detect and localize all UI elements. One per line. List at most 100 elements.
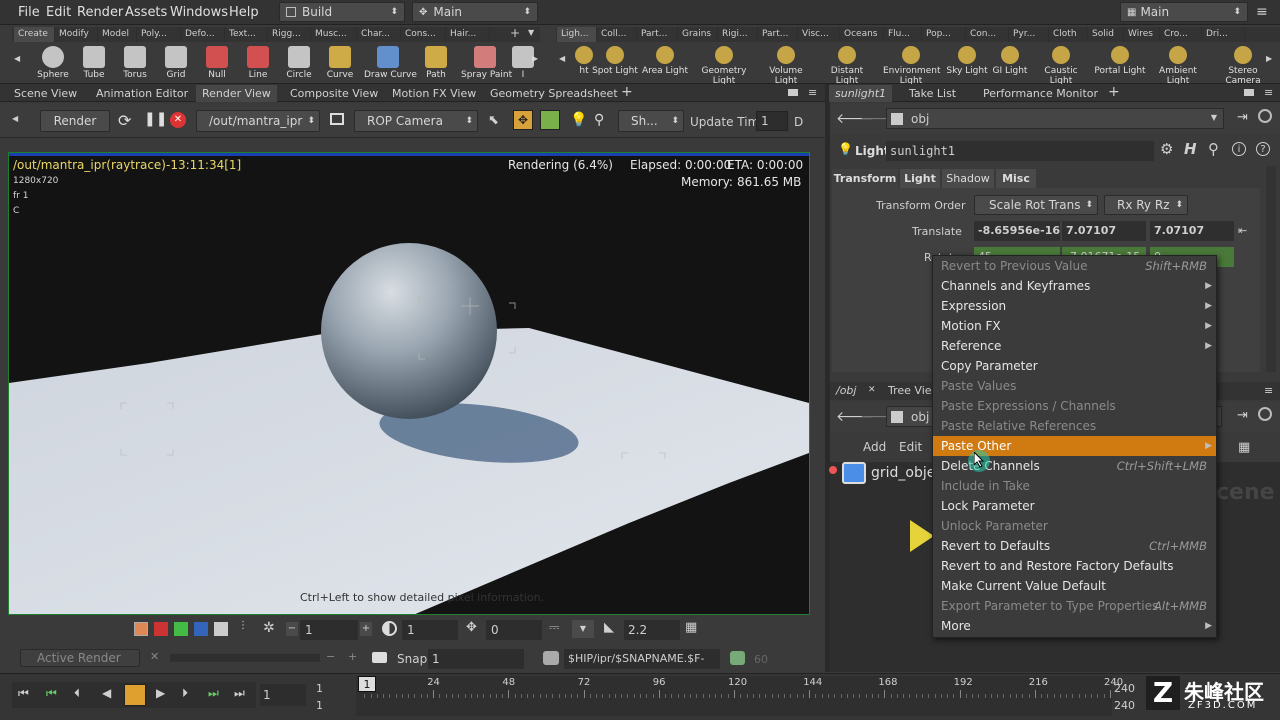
green-channel-icon[interactable]	[174, 622, 188, 636]
display-options-icon[interactable]: ▦	[685, 620, 697, 635]
half-circle-icon[interactable]	[382, 621, 397, 636]
translate-y[interactable]: 7.07107	[1062, 221, 1146, 241]
tab-composite-view[interactable]: Composite View	[284, 85, 384, 102]
menu-item-make-current-value-default[interactable]: Make Current Value Default	[933, 576, 1216, 596]
sh-dropdown[interactable]: Sh... ⬍	[618, 110, 684, 132]
add-pane-tab-icon[interactable]: +	[621, 84, 633, 100]
color-channel-rgb-icon[interactable]	[134, 622, 148, 636]
desktop-build-dropdown[interactable]: Build ⬍	[279, 2, 405, 22]
shelf-tab-right-0[interactable]: Ligh...	[557, 27, 597, 42]
refresh-icon[interactable]: ⟳	[118, 111, 131, 130]
step-back-key-icon[interactable]: ⏮	[46, 686, 57, 701]
tool-distant-light[interactable]: Distant Light	[819, 44, 875, 86]
tool-environment-light[interactable]: Environment Light	[883, 44, 940, 86]
preview-region-icon[interactable]: ✥	[513, 110, 533, 130]
tab-network-obj[interactable]: /obj	[836, 384, 856, 397]
tab-animation-editor[interactable]: Animation Editor	[90, 85, 194, 102]
stop-icon[interactable]: ✕	[170, 112, 186, 128]
play-forward-icon[interactable]: ▶	[156, 686, 165, 700]
menu-item-motion-fx[interactable]: Motion FX ▶	[933, 316, 1216, 336]
menu-dots-icon[interactable]: ⋮	[238, 620, 248, 631]
menu-item-expression[interactable]: Expression ▶	[933, 296, 1216, 316]
step-forward-key-icon[interactable]: ⏭	[208, 686, 219, 701]
sunlight-node-icon[interactable]	[910, 520, 934, 552]
tab-geometry-spreadsheet[interactable]: Geometry Spreadsheet	[484, 85, 624, 102]
param-tab-light[interactable]: Light	[900, 169, 940, 188]
magnify-icon[interactable]: ⚲	[594, 112, 604, 128]
menu-item-revert-to-defaults[interactable]: Revert to Defaults Ctrl+MMB	[933, 536, 1216, 556]
network-menu-icon[interactable]: ≡	[1264, 384, 1273, 397]
param-tab-shadow[interactable]: Shadow	[942, 169, 994, 188]
red-channel-icon[interactable]	[154, 622, 168, 636]
tool-more[interactable]: I	[499, 44, 547, 82]
shelf-tab-right-3[interactable]: Grains	[678, 27, 718, 42]
shelf-tab-right-16[interactable]: Dri...	[1202, 27, 1245, 42]
shelf-tab-0[interactable]: Create	[14, 27, 55, 42]
rop-camera-dropdown[interactable]: ROP Camera ⬍	[354, 110, 478, 132]
lut-icon[interactable]: ⎓	[549, 620, 559, 635]
network-edit-menu[interactable]: Edit	[899, 440, 922, 454]
right-maximize-icon[interactable]	[1244, 89, 1254, 96]
shelf-tab-right-14[interactable]: Wires	[1124, 27, 1160, 42]
lut-dropdown-icon[interactable]: ▼	[572, 620, 594, 638]
shelf-tab-4[interactable]: Defo...	[181, 27, 225, 42]
shelf-tab-right-2[interactable]: Part...	[637, 27, 678, 42]
tool-geometry-light[interactable]: Geometry Light	[696, 44, 752, 86]
tool-curve[interactable]: Curve	[316, 44, 364, 82]
search-icon[interactable]: ⚲	[1208, 140, 1219, 158]
menu-item-reference[interactable]: Reference ▶	[933, 336, 1216, 356]
tool-spot-light[interactable]: Spot Light	[587, 44, 643, 82]
tab-scene-view[interactable]: Scene View	[8, 85, 83, 102]
lightbulb-icon[interactable]: 💡	[570, 112, 587, 128]
shelf-arrow-left-icon[interactable]: ◀	[14, 54, 20, 63]
add-right-tab-icon[interactable]: +	[1108, 84, 1120, 100]
range-start-1[interactable]: 1	[316, 682, 323, 695]
range-end-1[interactable]: 240	[1114, 682, 1135, 695]
param-scrollbar[interactable]	[1266, 166, 1276, 372]
close-tab-icon[interactable]: ✕	[868, 385, 876, 395]
shelf-tab-9[interactable]: Cons...	[401, 27, 446, 42]
settings-gear-icon[interactable]: ✲	[263, 620, 275, 636]
render-region-icon[interactable]	[540, 110, 560, 130]
toolbar-arrow-icon[interactable]: ◀	[12, 114, 18, 123]
tab-right-1[interactable]: Take List	[903, 85, 962, 102]
gamma-field[interactable]: 2.2	[624, 620, 680, 640]
snapshot-camera-icon[interactable]	[372, 652, 387, 663]
shelf-tab-2[interactable]: Model	[98, 27, 137, 42]
add-shelf-icon[interactable]: +	[510, 26, 520, 40]
param-tab-transform[interactable]: Transform	[832, 169, 898, 188]
plus-button-icon[interactable]: +	[360, 622, 372, 636]
translate-channel-icon[interactable]: ⇤	[1238, 224, 1247, 237]
shelf-tab-right-1[interactable]: Coll...	[597, 27, 637, 42]
menu-windows[interactable]: Windows	[170, 5, 228, 20]
menu-item-copy-parameter[interactable]: Copy Parameter	[933, 356, 1216, 376]
viewer-field-3[interactable]: 0	[486, 620, 542, 640]
param-path-field[interactable]: obj ▼	[886, 108, 1224, 129]
tool-path[interactable]: Path	[412, 44, 460, 82]
render-button[interactable]: Render	[40, 110, 110, 132]
tool-ambient-light[interactable]: Ambient Light	[1150, 44, 1206, 86]
param-tab-misc[interactable]: Misc	[996, 169, 1036, 188]
menu-file[interactable]: File	[18, 5, 40, 20]
jump-end-icon[interactable]: ⏭	[234, 686, 245, 701]
snap-field[interactable]: 1	[428, 649, 524, 669]
stop-play-icon[interactable]	[124, 684, 146, 706]
range-end-2[interactable]: 240	[1114, 699, 1135, 712]
alpha-channel-icon[interactable]	[214, 622, 228, 636]
link-icon[interactable]	[1258, 109, 1272, 123]
timeline-cursor[interactable]: 1	[358, 676, 376, 692]
menu-render[interactable]: Render	[77, 5, 123, 20]
shelf-tab-1[interactable]: Modify	[55, 27, 98, 42]
shelf-tab-right-6[interactable]: Visc...	[798, 27, 840, 42]
menu-assets[interactable]: Assets	[125, 5, 167, 20]
menu-item-lock-parameter[interactable]: Lock Parameter	[933, 496, 1216, 516]
range-start-2[interactable]: 1	[316, 699, 323, 712]
snapname-field[interactable]: $HIP/ipr/$SNAPNAME.$F-	[564, 649, 720, 669]
shelf-tab-right-5[interactable]: Part...	[758, 27, 798, 42]
tool-caustic-light[interactable]: Caustic Light	[1033, 44, 1089, 86]
save-disk-icon[interactable]	[730, 651, 745, 665]
shelf-tab-7[interactable]: Musc...	[311, 27, 357, 42]
arrow-select-icon[interactable]: ⬉	[488, 113, 499, 128]
camera-icon[interactable]	[330, 113, 344, 125]
tab-render-view[interactable]: Render View	[196, 85, 277, 102]
